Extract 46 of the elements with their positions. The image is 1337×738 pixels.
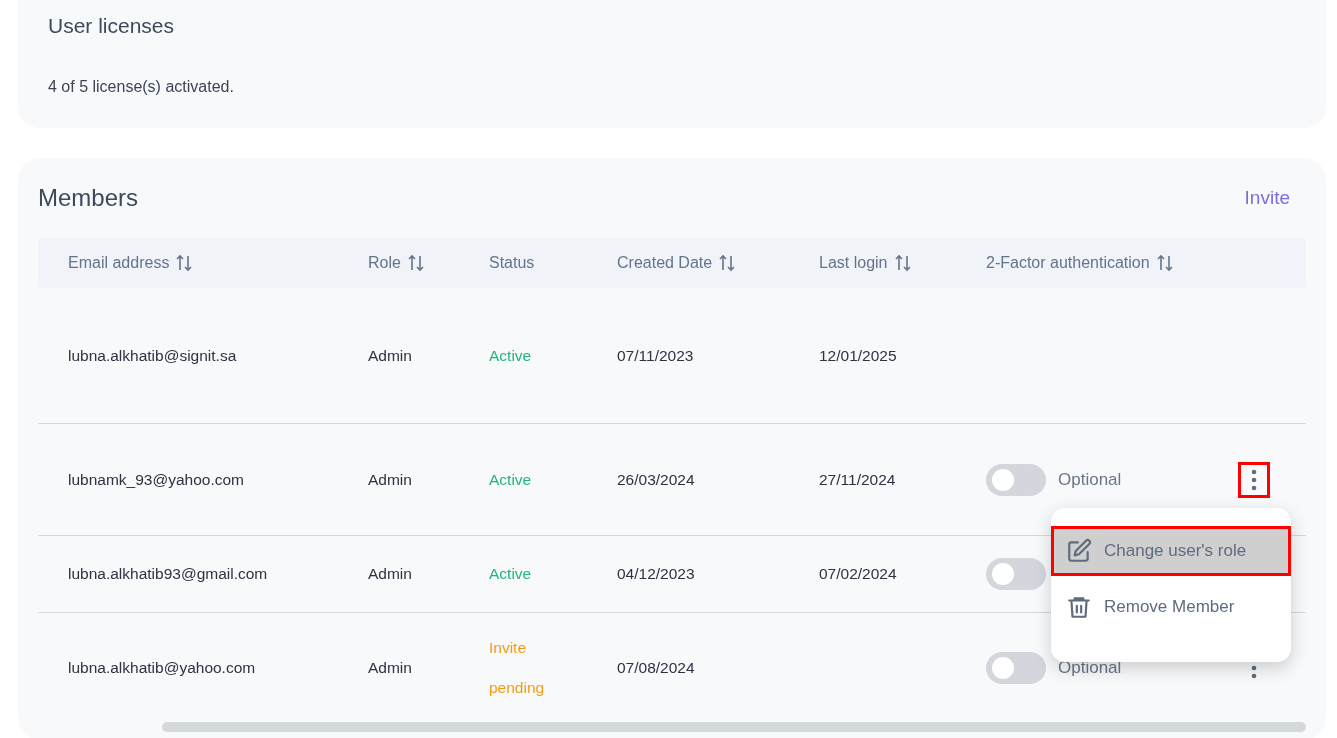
menu-item[interactable]: Change user's role [1051, 526, 1291, 576]
trash-icon [1066, 594, 1092, 620]
invite-link[interactable]: Invite [1244, 187, 1290, 209]
sort-icon[interactable] [406, 254, 425, 272]
table-cell-text: 07/02/2024 [819, 565, 898, 583]
table-cell-text: 27/11/2024 [819, 470, 897, 489]
table-cell-text: lubna.alkhatib@signit.sa [68, 346, 238, 365]
table-cell-text: Admin [368, 470, 413, 489]
table-cell-text: Admin [368, 346, 413, 365]
sort-icon[interactable] [893, 254, 912, 272]
table-cell-text: Admin [368, 659, 413, 677]
more-button[interactable] [1238, 461, 1270, 498]
column-header[interactable]: Created Date [617, 254, 713, 272]
toggle-switch[interactable] [986, 652, 1046, 684]
toggle-label: Optional [1058, 469, 1122, 490]
status-label: Active [489, 470, 533, 489]
sort-icon[interactable] [718, 254, 737, 272]
status-label: Active [489, 565, 533, 583]
menu-item[interactable]: Remove Member [1051, 582, 1291, 632]
edit-icon [1066, 538, 1092, 564]
toggle-label: Optional [1058, 658, 1122, 678]
status-label: Active [489, 346, 533, 365]
license-summary: 4 of 5 license(s) activated. [48, 78, 235, 96]
sort-icon[interactable] [175, 254, 194, 272]
card-title: Members [38, 184, 139, 212]
table-cell-text: Admin [368, 565, 413, 583]
table-cell-text: 04/12/2023 [617, 565, 696, 583]
scrollbar[interactable] [162, 722, 1306, 732]
column-header[interactable]: Role [368, 254, 401, 272]
column-header[interactable]: Email address [68, 254, 170, 272]
table-cell-text: lubnamk_93@yahoo.com [68, 470, 245, 489]
table-cell-text: lubna.alkhatib@yahoo.com [68, 659, 257, 677]
status-label: Invite pending [489, 638, 546, 698]
column-header[interactable]: 2-Factor authentication [986, 254, 1150, 272]
table-cell-text: 07/11/2023 [617, 346, 695, 365]
table-cell-text: 26/03/2024 [617, 470, 696, 489]
kebab-icon [1251, 468, 1257, 491]
table-cell-text: 12/01/2025 [819, 346, 898, 365]
card-title: User licenses [48, 14, 176, 38]
table-cell-text: lubna.alkhatib93@gmail.com [68, 565, 269, 583]
column-header[interactable]: Status [489, 254, 535, 272]
sort-icon[interactable] [1155, 254, 1174, 272]
column-header[interactable]: Last login [819, 254, 888, 272]
toggle-switch[interactable] [986, 558, 1046, 590]
table-cell-text: 07/08/2024 [617, 659, 696, 677]
toggle-switch[interactable] [986, 463, 1046, 496]
